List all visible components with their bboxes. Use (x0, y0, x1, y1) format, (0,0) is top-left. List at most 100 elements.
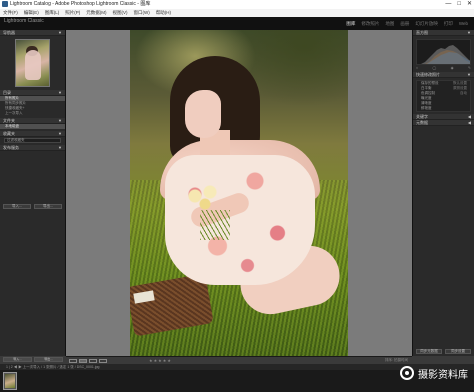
catalog-previous-import[interactable]: 上一次导入 (0, 111, 65, 116)
brush-tool-icon[interactable]: ✎ (468, 66, 471, 71)
menu-photo[interactable]: 照片(P) (65, 9, 80, 17)
collapse-triangle-icon[interactable]: ▼ (58, 118, 62, 124)
folders-header[interactable]: 文件夹 ▼ (0, 118, 65, 124)
histogram (416, 39, 471, 65)
right-panel: 直方图 ▼ ⌗ ◯ ◉ ✎ 快速修改照片 ▼ 保存的预设 默认设置 白平衡 原照设置… (412, 30, 474, 356)
metadata-title: 元数据 (416, 120, 428, 125)
collections-header[interactable]: 收藏夹 ▼ (0, 131, 65, 137)
close-button[interactable]: ✕ (467, 0, 472, 9)
redeye-tool-icon[interactable]: ◉ (451, 66, 454, 71)
module-print[interactable]: 打印 (444, 21, 453, 27)
histogram-header[interactable]: 直方图 ▼ (413, 30, 474, 36)
bottom-export-button[interactable]: 导出... (34, 357, 63, 362)
bottom-import-button[interactable]: 导入... (3, 357, 32, 362)
import-export-buttons: 导入... 导出... (3, 204, 62, 209)
app-logo-text: Lightroom Classic (4, 18, 44, 24)
collapse-triangle-icon[interactable]: ▼ (467, 72, 471, 78)
collapse-triangle-icon[interactable]: ▼ (58, 90, 62, 96)
filmstrip-thumbnail[interactable] (3, 372, 17, 390)
quick-develop-title: 快速修改照片 (416, 72, 440, 77)
qd-value: 自动 (460, 91, 467, 95)
rating-stars[interactable]: ★★★★★ (149, 358, 172, 363)
menu-metadata[interactable]: 元数据(M) (86, 9, 106, 17)
menu-edit[interactable]: 编辑(E) (24, 9, 39, 17)
loupe-view[interactable] (66, 30, 412, 356)
publish-header[interactable]: 发布服务 ▼ (0, 145, 65, 151)
keywords-title: 关键字 (416, 114, 428, 119)
publish-title: 发布服务 (3, 145, 19, 150)
export-button[interactable]: 导出... (34, 204, 62, 209)
folder-local-disk[interactable]: 本地磁盘 (0, 124, 65, 129)
qd-row-vibrance[interactable]: 鲜艳度 (417, 106, 470, 111)
photo-face (185, 90, 221, 138)
maximize-button[interactable]: □ (457, 0, 461, 9)
loupe-view-icon[interactable] (79, 358, 87, 363)
module-book[interactable]: 画册 (400, 21, 409, 27)
identity-plate: Lightroom Classic 图库 修改照片 地图 画册 幻灯片放映 打印… (0, 17, 474, 30)
window-controls: — □ ✕ (445, 0, 472, 9)
histogram-graph (421, 45, 470, 64)
window-title: Lightroom Catalog - Adobe Photoshop Ligh… (10, 1, 151, 7)
preview-figure (25, 50, 41, 80)
sync-settings-button[interactable]: 同步设置 (445, 349, 471, 354)
collapse-triangle-icon[interactable]: ▼ (467, 30, 471, 36)
left-bottom-bar: 导入... 导出... (0, 356, 66, 364)
navigator-header[interactable]: 导航器 ▼ (0, 30, 65, 36)
metadata-header[interactable]: 元数据 ◀ (413, 120, 474, 126)
watermark-text: 摄影资料库 (418, 369, 468, 381)
grid-view-icon[interactable] (69, 358, 77, 363)
camera-lens-icon (400, 366, 414, 380)
catalog-section: 目录 ▼ 所有照片 所有同步照片 快捷收藏夹+ 上一次导入 (0, 90, 65, 116)
import-button[interactable]: 导入... (3, 204, 31, 209)
sort-label[interactable]: 排序: 拍摄时间 (385, 358, 408, 363)
module-map[interactable]: 地图 (385, 21, 394, 27)
collapse-triangle-icon[interactable]: ▼ (58, 131, 62, 137)
module-develop[interactable]: 修改照片 (361, 21, 379, 27)
main-photo[interactable] (130, 30, 348, 356)
histogram-tools: ⌗ ◯ ◉ ✎ (416, 66, 471, 71)
quick-develop-list: 保存的预设 默认设置 白平衡 原照设置 色调控制 自动 曝光度 清晰度 鲜艳度 (416, 80, 471, 112)
menu-bar: 文件(F) 编辑(E) 图库(L) 照片(P) 元数据(M) 视图(V) 窗口(… (0, 9, 474, 17)
catalog-header[interactable]: 目录 ▼ (0, 90, 65, 96)
collapse-triangle-icon[interactable]: ▼ (58, 145, 62, 151)
filmstrip-thumbnail-image (5, 374, 15, 388)
photo-flower-stems (200, 210, 230, 240)
collapse-triangle-icon[interactable]: ◀ (468, 120, 471, 126)
qd-label: 鲜艳度 (421, 106, 432, 110)
sync-metadata-button[interactable]: 同步元数据 (416, 349, 442, 354)
menu-file[interactable]: 文件(F) (3, 9, 18, 17)
collections-title: 收藏夹 (3, 131, 15, 136)
module-web[interactable]: Web (459, 21, 468, 27)
navigator-preview[interactable] (15, 39, 50, 87)
collections-filter-field[interactable]: 过滤收藏夹 (4, 138, 61, 143)
catalog-title: 目录 (3, 90, 11, 95)
histogram-title: 直方图 (416, 30, 428, 35)
menu-window[interactable]: 窗口(W) (134, 9, 150, 17)
publish-section: 发布服务 ▼ (0, 145, 65, 151)
crop-tool-icon[interactable]: ⌗ (416, 66, 418, 71)
folders-section: 文件夹 ▼ 本地磁盘 (0, 118, 65, 129)
watermark: 摄影资料库 (400, 364, 468, 382)
left-panel: 导航器 ▼ 目录 ▼ 所有照片 所有同步照片 快捷收藏夹+ 上一次导入 文件夹 ▼ … (0, 30, 66, 356)
menu-library[interactable]: 图库(L) (45, 9, 60, 17)
title-bar: Lightroom Catalog - Adobe Photoshop Ligh… (0, 0, 474, 9)
menu-help[interactable]: 帮助(H) (156, 9, 171, 17)
module-picker: 图库 修改照片 地图 画册 幻灯片放映 打印 Web (346, 21, 468, 27)
spot-tool-icon[interactable]: ◯ (432, 66, 436, 71)
menu-view[interactable]: 视图(V) (113, 9, 128, 17)
collapse-triangle-icon[interactable]: ▼ (58, 30, 62, 36)
quick-develop-header[interactable]: 快速修改照片 ▼ (413, 72, 474, 78)
minimize-button[interactable]: — (445, 0, 451, 9)
toolbar: ★★★★★ 排序: 拍摄时间 (66, 356, 412, 364)
photo-floral-dress (165, 155, 315, 285)
sync-buttons: 同步元数据 同步设置 (416, 349, 471, 354)
collections-section: 收藏夹 ▼ 过滤收藏夹 (0, 131, 65, 143)
compare-view-icon[interactable] (89, 358, 97, 363)
module-library[interactable]: 图库 (346, 21, 355, 27)
lightroom-app-icon (2, 1, 8, 7)
right-bottom-bar (412, 356, 474, 364)
navigator-title: 导航器 (3, 30, 15, 35)
module-slideshow[interactable]: 幻灯片放映 (415, 21, 438, 27)
survey-view-icon[interactable] (99, 358, 107, 363)
folders-title: 文件夹 (3, 118, 15, 123)
